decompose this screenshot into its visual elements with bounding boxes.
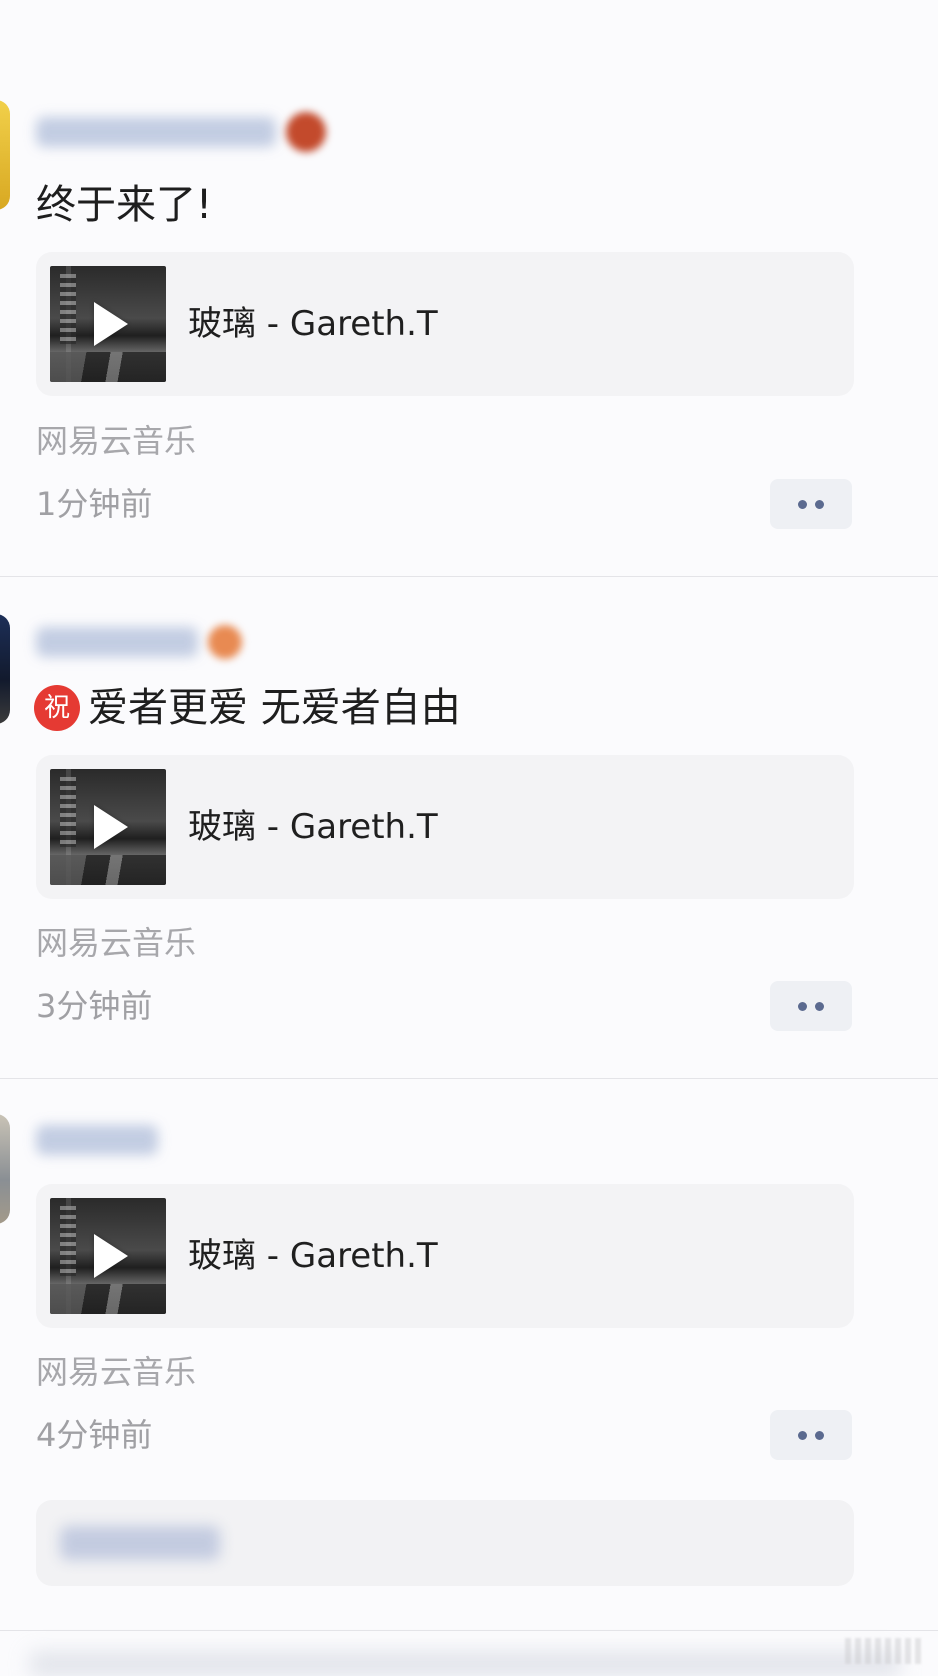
music-card[interactable]: 玻璃 - Gareth.T: [36, 252, 854, 396]
music-card[interactable]: 玻璃 - Gareth.T: [36, 755, 854, 899]
post-source[interactable]: 网易云音乐: [36, 421, 196, 461]
more-dots-icon: [798, 499, 807, 509]
divider: [0, 576, 938, 577]
nickname-row[interactable]: [36, 112, 326, 152]
post-source[interactable]: 网易云音乐: [36, 1352, 196, 1392]
nickname-row[interactable]: [36, 1120, 158, 1160]
divider: [0, 1078, 938, 1079]
more-dots-icon: [815, 499, 824, 509]
nickname-blurred: [36, 117, 276, 147]
user-level-icon: [208, 625, 242, 659]
more-options-button[interactable]: [770, 1410, 852, 1460]
post-source[interactable]: 网易云音乐: [36, 923, 196, 963]
album-cover: [50, 266, 166, 382]
user-level-icon: [286, 112, 326, 152]
comment-input-box[interactable]: [36, 1500, 854, 1586]
nickname-blurred: [36, 1125, 158, 1155]
nickname-blurred: [36, 627, 198, 657]
post-text: 终于来了!: [36, 180, 212, 230]
blessing-badge-icon: 祝: [34, 685, 80, 731]
post-text-content: 终于来了!: [36, 182, 213, 228]
more-dots-icon: [815, 1001, 824, 1011]
comment-feed: 终于来了! 玻璃 - Gareth.T 网易云音乐 1分钟前 祝 爱者更爱 无爱…: [0, 0, 938, 1676]
next-post-blurred: [30, 1652, 900, 1676]
music-card[interactable]: 玻璃 - Gareth.T: [36, 1184, 854, 1328]
song-title: 玻璃 - Gareth.T: [188, 1236, 438, 1276]
more-options-button[interactable]: [770, 981, 852, 1031]
play-icon[interactable]: [94, 1234, 128, 1278]
play-icon[interactable]: [94, 805, 128, 849]
song-title: 玻璃 - Gareth.T: [188, 304, 438, 344]
avatar[interactable]: [0, 1114, 10, 1224]
avatar[interactable]: [0, 100, 10, 210]
play-icon[interactable]: [94, 302, 128, 346]
more-dots-icon: [798, 1430, 807, 1440]
post-time: 1分钟前: [36, 485, 153, 523]
album-cover: [50, 1198, 166, 1314]
nickname-row[interactable]: [36, 622, 242, 662]
post-time: 3分钟前: [36, 987, 153, 1025]
more-dots-icon: [815, 1430, 824, 1440]
post-text-content: 爱者更爱 无爱者自由: [88, 685, 461, 731]
avatar[interactable]: [0, 614, 10, 724]
album-cover: [50, 769, 166, 885]
song-title: 玻璃 - Gareth.T: [188, 807, 438, 847]
post-text: 祝 爱者更爱 无爱者自由: [34, 683, 461, 733]
more-dots-icon: [798, 1001, 807, 1011]
watermark: [845, 1638, 925, 1664]
post-time: 4分钟前: [36, 1416, 153, 1454]
comment-placeholder-blurred: [60, 1526, 220, 1560]
more-options-button[interactable]: [770, 479, 852, 529]
divider: [0, 1630, 938, 1631]
